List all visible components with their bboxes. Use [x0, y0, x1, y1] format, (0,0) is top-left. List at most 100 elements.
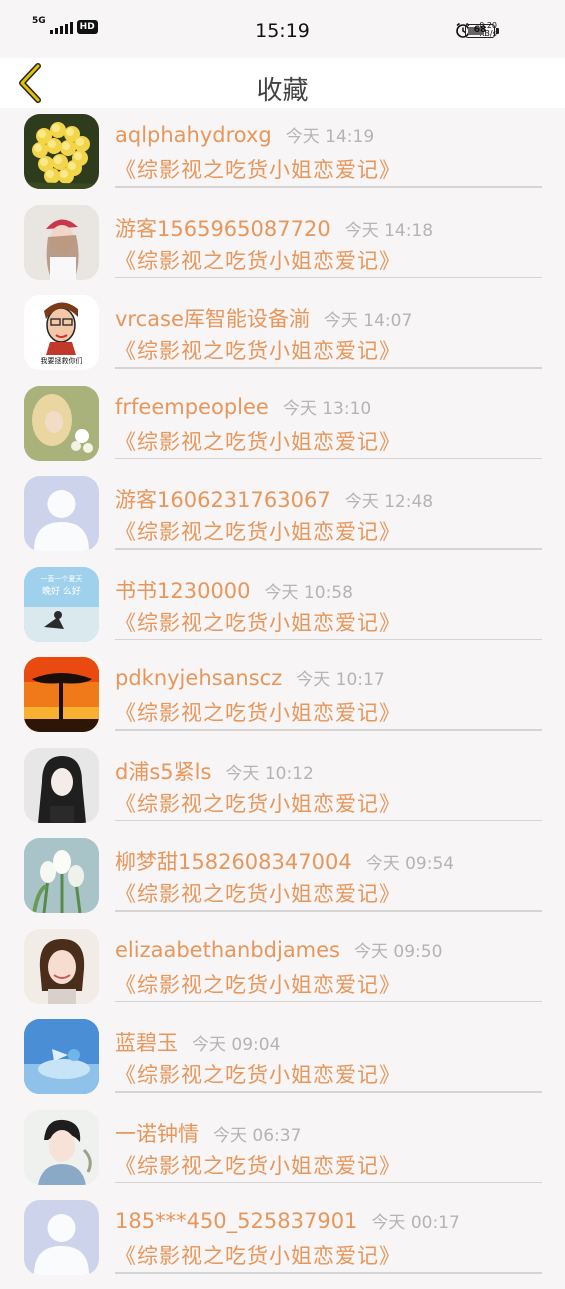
list-item[interactable]: 一诺钟情 今天 06:37 《综影视之吃货小姐恋爱记》	[0, 1108, 565, 1199]
avatar[interactable]	[24, 928, 99, 1004]
book-title[interactable]: 《综影视之吃货小姐恋爱记》	[115, 1150, 401, 1180]
divider	[115, 1272, 542, 1274]
timestamp: 今天 10:12	[225, 763, 314, 784]
book-title[interactable]: 《综影视之吃货小姐恋爱记》	[115, 426, 401, 456]
list-item[interactable]: frfeempeoplee 今天 13:10 《综影视之吃货小姐恋爱记》	[0, 384, 565, 475]
list-item[interactable]: 游客1606231763067 今天 12:48 《综影视之吃货小姐恋爱记》	[0, 474, 565, 565]
name-line: d浦s5紧ls 今天 10:12	[115, 756, 314, 786]
avatar[interactable]	[24, 838, 99, 913]
user-name[interactable]: 一诺钟情	[115, 1122, 199, 1146]
avatar[interactable]: 我要拯救你们	[24, 295, 99, 370]
list-item[interactable]: 柳梦甜1582608347004 今天 09:54 《综影视之吃货小姐恋爱记》	[0, 836, 565, 927]
avatar[interactable]	[24, 114, 99, 189]
battery-level: 68	[473, 25, 487, 35]
avatar[interactable]	[24, 385, 99, 461]
book-title[interactable]: 《综影视之吃货小姐恋爱记》	[115, 1059, 401, 1089]
book-title[interactable]: 《综影视之吃货小姐恋爱记》	[115, 245, 401, 275]
divider	[115, 276, 542, 278]
book-title[interactable]: 《综影视之吃货小姐恋爱记》	[115, 1240, 401, 1270]
divider	[115, 367, 542, 369]
list-item[interactable]: 我要拯救你们 vrcase厍智能设备湔 今天 14:07 《综影视之吃货小姐恋爱记》	[0, 293, 565, 384]
timestamp: 今天 09:04	[192, 1035, 281, 1055]
page-title: 收藏	[256, 76, 309, 106]
divider	[115, 638, 542, 640]
user-name[interactable]: 185***450_525837901	[115, 1209, 357, 1233]
timestamp: 今天 06:37	[213, 1125, 302, 1146]
list-item[interactable]: 185***450_525837901 今天 00:17 《综影视之吃货小姐恋爱记》	[0, 1198, 565, 1289]
book-title[interactable]: 《综影视之吃货小姐恋爱记》	[115, 516, 401, 546]
header: 收藏	[0, 58, 565, 108]
timestamp: 今天 09:50	[354, 941, 443, 962]
avatar[interactable]	[24, 1200, 99, 1275]
user-name[interactable]: 书书1230000	[115, 579, 251, 603]
user-name[interactable]: aqlphahydroxg	[115, 123, 272, 147]
divider	[115, 1181, 542, 1183]
user-name[interactable]: 蓝碧玉	[115, 1031, 178, 1055]
divider	[115, 1000, 542, 1002]
list-item[interactable]: elizaabethanbdjames 今天 09:50 《综影视之吃货小姐恋爱记》	[0, 927, 565, 1018]
avatar[interactable]	[24, 476, 99, 551]
user-name[interactable]: d浦s5紧ls	[115, 760, 211, 784]
book-title[interactable]: 《综影视之吃货小姐恋爱记》	[115, 154, 401, 184]
list-item[interactable]: 一直一个夏天 晚好 么好 书书1230000 今天 10:58 《综影视之吃货小姐恋爱记…	[0, 565, 565, 656]
list-item[interactable]: 蓝碧玉 今天 09:04 《综影视之吃货小姐恋爱记》	[0, 1017, 565, 1108]
name-line: frfeempeoplee 今天 13:10	[115, 394, 371, 419]
avatar[interactable]	[24, 657, 99, 732]
svg-text:一直一个夏天: 一直一个夏天	[41, 574, 83, 583]
timestamp: 今天 00:17	[371, 1213, 460, 1233]
divider	[115, 910, 542, 912]
book-title[interactable]: 《综影视之吃货小姐恋爱记》	[115, 607, 401, 637]
timestamp: 今天 09:54	[365, 854, 455, 874]
name-line: 185***450_525837901 今天 00:17	[115, 1208, 460, 1233]
avatar[interactable]	[24, 1019, 99, 1094]
timestamp: 今天 13:10	[282, 398, 372, 419]
user-name[interactable]: elizaabethanbdjames	[115, 938, 340, 962]
divider	[115, 819, 542, 821]
battery-icon: 68	[465, 24, 495, 38]
name-line: vrcase厍智能设备湔 今天 14:07	[115, 303, 412, 333]
timestamp: 今天 10:17	[296, 670, 385, 690]
avatar[interactable]: 一直一个夏天 晚好 么好	[24, 566, 99, 642]
avatar[interactable]	[24, 204, 99, 280]
name-line: aqlphahydroxg 今天 14:19	[115, 122, 374, 147]
list-item[interactable]: d浦s5紧ls 今天 10:12 《综影视之吃货小姐恋爱记》	[0, 746, 565, 837]
timestamp: 今天 10:58	[264, 582, 353, 603]
svg-text:我要拯救你们: 我要拯救你们	[41, 356, 83, 365]
avatar[interactable]	[24, 1109, 99, 1185]
book-title[interactable]: 《综影视之吃货小姐恋爱记》	[115, 788, 401, 818]
timestamp: 今天 14:07	[323, 311, 413, 331]
user-name[interactable]: frfeempeoplee	[115, 395, 269, 419]
battery-tip	[496, 28, 499, 34]
book-title[interactable]: 《综影视之吃货小姐恋爱记》	[115, 335, 401, 365]
name-line: 柳梦甜1582608347004 今天 09:54	[115, 846, 454, 876]
user-name[interactable]: vrcase厍智能设备湔	[115, 307, 310, 331]
list-item[interactable]: 游客1565965087720 今天 14:18 《综影视之吃货小姐恋爱记》	[0, 203, 565, 294]
timestamp: 今天 14:19	[285, 127, 375, 147]
avatar[interactable]	[24, 747, 99, 823]
name-line: 游客1565965087720 今天 14:18	[115, 213, 433, 243]
divider	[115, 729, 542, 731]
name-line: 一诺钟情 今天 06:37	[115, 1118, 301, 1148]
name-line: 游客1606231763067 今天 12:48	[115, 484, 433, 514]
name-line: elizaabethanbdjames 今天 09:50	[115, 937, 442, 962]
timestamp: 今天 12:48	[344, 492, 434, 512]
user-name[interactable]: 游客1565965087720	[115, 217, 331, 241]
divider	[115, 548, 542, 550]
book-title[interactable]: 《综影视之吃货小姐恋爱记》	[115, 969, 401, 999]
status-bar: 5G HD 15:19 0.20 KB/s 68	[0, 0, 565, 58]
favorites-list: aqlphahydroxg 今天 14:19 《综影视之吃货小姐恋爱记》 游客1565…	[0, 112, 565, 1289]
book-title[interactable]: 《综影视之吃货小姐恋爱记》	[115, 697, 401, 727]
user-name[interactable]: 游客1606231763067	[115, 488, 331, 512]
name-line: pdknyjehsanscz 今天 10:17	[115, 665, 385, 690]
list-item[interactable]: pdknyjehsanscz 今天 10:17 《综影视之吃货小姐恋爱记》	[0, 655, 565, 746]
book-title[interactable]: 《综影视之吃货小姐恋爱记》	[115, 878, 401, 908]
divider	[115, 186, 542, 188]
user-name[interactable]: pdknyjehsanscz	[115, 666, 282, 690]
list-item[interactable]: aqlphahydroxg 今天 14:19 《综影视之吃货小姐恋爱记》	[0, 112, 565, 203]
divider	[115, 1091, 542, 1093]
user-name[interactable]: 柳梦甜1582608347004	[115, 850, 352, 874]
name-line: 书书1230000 今天 10:58	[115, 575, 353, 605]
svg-text:晚好 么好: 晚好 么好	[42, 585, 81, 597]
divider	[115, 457, 542, 459]
timestamp: 今天 14:18	[344, 220, 434, 241]
